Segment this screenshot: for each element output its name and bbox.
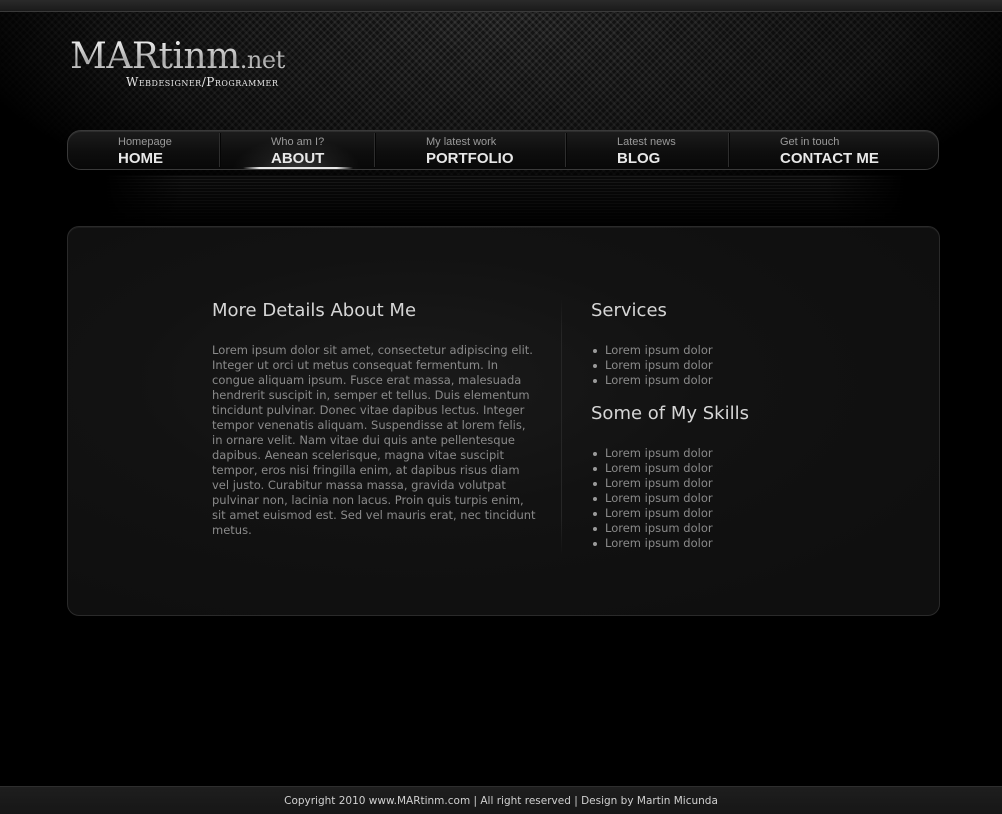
nav-item-subtitle: Get in touch bbox=[780, 136, 840, 148]
top-bar bbox=[0, 0, 1002, 12]
column-divider bbox=[561, 297, 562, 555]
services-list: Lorem ipsum dolor Lorem ipsum dolor Lore… bbox=[591, 343, 713, 388]
list-item: Lorem ipsum dolor bbox=[591, 343, 713, 358]
nav-item-contact[interactable]: Get in touch CONTACT ME bbox=[729, 131, 938, 169]
nav-item-portfolio[interactable]: My latest work PORTFOLIO bbox=[375, 131, 565, 169]
nav-item-subtitle: Homepage bbox=[118, 136, 172, 148]
list-item: Lorem ipsum dolor bbox=[591, 536, 713, 551]
nav-item-blog[interactable]: Latest news BLOG bbox=[566, 131, 728, 169]
footer: Copyright 2010 www.MARtinm.com | All rig… bbox=[0, 786, 1002, 814]
list-item: Lorem ipsum dolor bbox=[591, 358, 713, 373]
page: MARtinm.net Webdesigner/Programmer Homep… bbox=[0, 0, 1002, 814]
nav-item-home[interactable]: Homepage HOME bbox=[68, 131, 219, 169]
nav-item-label: HOME bbox=[118, 150, 163, 167]
nav-item-label: CONTACT ME bbox=[780, 150, 879, 167]
nav-item-about[interactable]: Who am I? ABOUT bbox=[220, 131, 374, 169]
content-panel: More Details About Me Lorem ipsum dolor … bbox=[67, 226, 940, 616]
footer-copyright: Copyright 2010 www.MARtinm.com | All rig… bbox=[284, 795, 718, 807]
list-item: Lorem ipsum dolor bbox=[591, 461, 713, 476]
about-paragraph: Lorem ipsum dolor sit amet, consectetur … bbox=[212, 343, 536, 537]
list-item: Lorem ipsum dolor bbox=[591, 506, 713, 521]
list-item: Lorem ipsum dolor bbox=[591, 373, 713, 388]
about-heading: More Details About Me bbox=[212, 300, 417, 321]
list-item: Lorem ipsum dolor bbox=[591, 521, 713, 536]
logo-tagline: Webdesigner/Programmer bbox=[126, 75, 279, 89]
skills-list: Lorem ipsum dolor Lorem ipsum dolor Lore… bbox=[591, 446, 713, 551]
nav-item-label: PORTFOLIO bbox=[426, 150, 514, 167]
main-nav: Homepage HOME Who am I? ABOUT My latest … bbox=[67, 130, 939, 170]
decorative-mesh-strip bbox=[105, 175, 905, 225]
nav-item-subtitle: My latest work bbox=[426, 136, 497, 148]
nav-item-subtitle: Who am I? bbox=[271, 136, 325, 148]
list-item: Lorem ipsum dolor bbox=[591, 476, 713, 491]
site-logo[interactable]: MARtinm.net Webdesigner/Programmer bbox=[70, 36, 330, 96]
list-item: Lorem ipsum dolor bbox=[591, 446, 713, 461]
logo-suffix: .net bbox=[239, 46, 285, 74]
list-item: Lorem ipsum dolor bbox=[591, 491, 713, 506]
nav-item-subtitle: Latest news bbox=[617, 136, 676, 148]
active-underline bbox=[243, 167, 353, 169]
nav-item-label: ABOUT bbox=[271, 150, 325, 167]
nav-item-label: BLOG bbox=[617, 150, 661, 167]
logo-main-text: MARtinm bbox=[70, 36, 240, 77]
skills-heading: Some of My Skills bbox=[591, 403, 749, 424]
logo-title: MARtinm.net bbox=[70, 36, 285, 77]
services-heading: Services bbox=[591, 300, 667, 321]
